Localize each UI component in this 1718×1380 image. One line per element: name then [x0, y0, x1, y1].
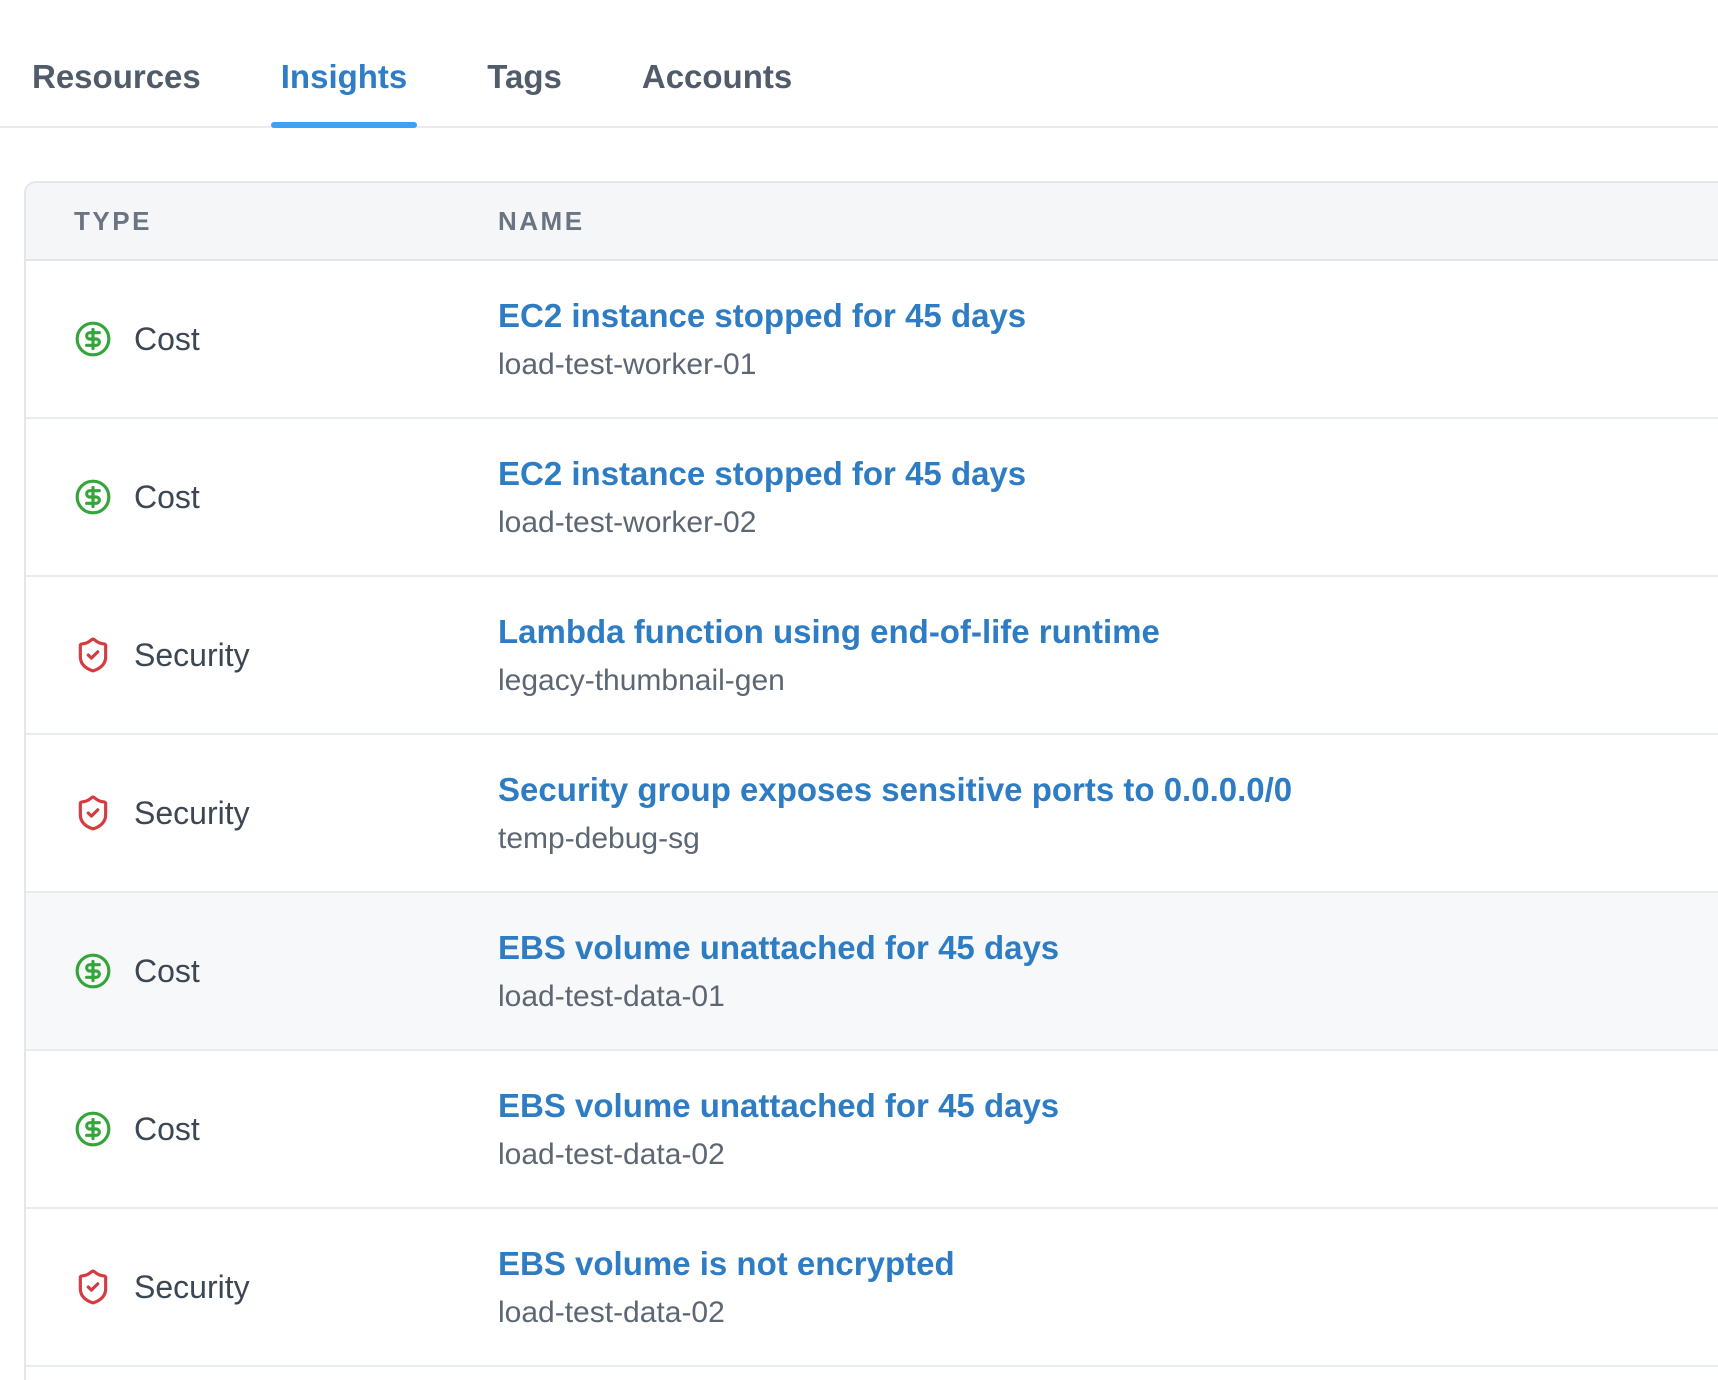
resource-name: load-test-data-02 — [498, 1138, 1718, 1172]
name-cell: EC2 instance stopped for 45 days load-tes… — [498, 297, 1718, 382]
shield-check-icon — [74, 1268, 112, 1306]
dollar-circle-icon — [74, 320, 112, 358]
table-row[interactable]: Cost EBS volume unattached for 45 days loa… — [26, 893, 1718, 1051]
type-label: Cost — [134, 953, 200, 990]
type-cell: Cost — [26, 478, 498, 516]
type-cell: Cost — [26, 1110, 498, 1148]
insight-title-link[interactable]: EBS volume is not encrypted — [498, 1245, 955, 1283]
dollar-circle-icon — [74, 478, 112, 516]
table-row[interactable]: Security Security group exposes sensitive… — [26, 735, 1718, 893]
name-cell: EBS volume unattached for 45 days load-te… — [498, 1087, 1718, 1172]
type-label: Security — [134, 795, 250, 832]
resource-name: temp-debug-sg — [498, 822, 1718, 856]
resource-name: load-test-worker-01 — [498, 348, 1718, 382]
insight-title-link[interactable]: Lambda function using end-of-life runtim… — [498, 613, 1160, 651]
type-label: Security — [134, 637, 250, 674]
table-row[interactable]: Cost EBS volume unattached for 45 days loa… — [26, 1051, 1718, 1209]
insight-title-link[interactable]: EC2 instance stopped for 45 days — [498, 455, 1026, 493]
tab-resources[interactable]: Resources — [22, 58, 211, 126]
type-label: Cost — [134, 479, 200, 516]
table-row[interactable]: Security EBS volume is not encrypted load-… — [26, 1209, 1718, 1367]
name-cell: Security group exposes sensitive ports t… — [498, 771, 1718, 856]
table-body: Cost EC2 instance stopped for 45 days load… — [26, 261, 1718, 1367]
name-cell: EC2 instance stopped for 45 days load-tes… — [498, 455, 1718, 540]
type-label: Cost — [134, 321, 200, 358]
dollar-circle-icon — [74, 1110, 112, 1148]
tab-insights[interactable]: Insights — [271, 58, 418, 126]
type-cell: Cost — [26, 952, 498, 990]
insights-table: TYPE NAME Cost EC2 instance stopped for 4… — [24, 181, 1718, 1380]
shield-check-icon — [74, 636, 112, 674]
resource-name: load-test-data-02 — [498, 1296, 1718, 1330]
insight-title-link[interactable]: EBS volume unattached for 45 days — [498, 1087, 1059, 1125]
type-cell: Security — [26, 1268, 498, 1306]
resource-name: load-test-data-01 — [498, 980, 1718, 1014]
insight-title-link[interactable]: EC2 instance stopped for 45 days — [498, 297, 1026, 335]
resource-name: load-test-worker-02 — [498, 506, 1718, 540]
type-label: Security — [134, 1269, 250, 1306]
shield-check-icon — [74, 794, 112, 832]
name-cell: EBS volume unattached for 45 days load-te… — [498, 929, 1718, 1014]
table-row[interactable]: Cost EC2 instance stopped for 45 days load… — [26, 261, 1718, 419]
tab-tags[interactable]: Tags — [477, 58, 572, 126]
column-header-type: TYPE — [26, 206, 498, 237]
name-cell: Lambda function using end-of-life runtim… — [498, 613, 1718, 698]
type-cell: Security — [26, 636, 498, 674]
type-cell: Cost — [26, 320, 498, 358]
tab-accounts[interactable]: Accounts — [632, 58, 802, 126]
insight-title-link[interactable]: Security group exposes sensitive ports t… — [498, 771, 1292, 809]
tab-bar: Resources Insights Tags Accounts — [0, 0, 1718, 128]
table-row[interactable]: Security Lambda function using end-of-lif… — [26, 577, 1718, 735]
table-row[interactable]: Cost EC2 instance stopped for 45 days load… — [26, 419, 1718, 577]
resource-name: legacy-thumbnail-gen — [498, 664, 1718, 698]
table-header-row: TYPE NAME — [26, 183, 1718, 261]
type-label: Cost — [134, 1111, 200, 1148]
type-cell: Security — [26, 794, 498, 832]
insight-title-link[interactable]: EBS volume unattached for 45 days — [498, 929, 1059, 967]
name-cell: EBS volume is not encrypted load-test-dat… — [498, 1245, 1718, 1330]
column-header-name: NAME — [498, 206, 1718, 237]
dollar-circle-icon — [74, 952, 112, 990]
